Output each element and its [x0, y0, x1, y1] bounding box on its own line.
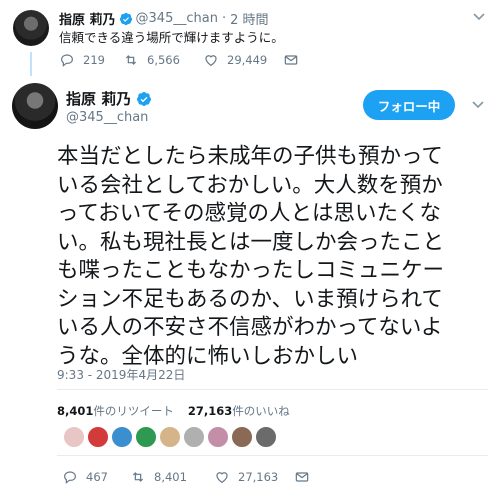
envelope-icon	[284, 55, 298, 65]
user-handle[interactable]: @345__chan	[136, 11, 218, 26]
direct-message-button[interactable]	[283, 52, 307, 68]
liker-avatars	[63, 426, 279, 448]
tweet-text-line: っておいてその感覚の人とは思いたくな	[57, 201, 441, 226]
liker-avatar[interactable]	[231, 426, 253, 448]
retweet-count: 8,401	[154, 470, 187, 484]
liker-avatar[interactable]	[87, 426, 109, 448]
like-button[interactable]: 29,449	[203, 52, 283, 68]
retweet-button[interactable]: 8,401	[130, 469, 214, 485]
liker-avatar[interactable]	[111, 426, 133, 448]
liker-avatar[interactable]	[63, 426, 85, 448]
liker-avatar[interactable]	[255, 426, 277, 448]
retweet-icon	[125, 55, 137, 65]
user-name[interactable]: 指原 莉乃	[66, 88, 131, 109]
main-tweet-header: 指原 莉乃	[66, 88, 155, 109]
liker-avatar[interactable]	[207, 426, 229, 448]
following-button[interactable]: フォロー中	[363, 90, 455, 120]
user-name[interactable]: 指原 莉乃	[59, 9, 116, 28]
reply-button[interactable]: 219	[59, 52, 123, 68]
tweet-text-line: ション不足もあるのか、いま預けられて	[57, 286, 443, 312]
liker-avatar[interactable]	[135, 426, 157, 448]
avatar[interactable]	[13, 10, 49, 46]
tweet-stats: 8,401件のリツイート 27,163件のいいね	[57, 403, 304, 419]
retweet-stat-label: 件のリツイート	[93, 404, 174, 418]
tweet-text-line: 本当だとしたら未成年の子供も預かって	[57, 144, 443, 169]
tweet-time[interactable]: 2 時間	[230, 9, 268, 28]
tweet-text: 信頼できる違う場所で輝けますように。	[59, 30, 284, 45]
divider	[57, 389, 488, 390]
retweet-count: 6,566	[147, 53, 180, 67]
reply-count: 219	[83, 53, 105, 67]
retweet-button[interactable]: 6,566	[123, 52, 203, 68]
direct-message-button[interactable]	[294, 469, 318, 485]
verified-badge-icon	[119, 12, 132, 25]
tweet-text-line: いる人の不安さ不信感がわかってないよ	[57, 315, 443, 340]
reply-button[interactable]: 467	[62, 469, 130, 485]
tweet-text: 本当だとしたら未成年の子供も預かって いる会社としておかしい。大人数を預か って…	[57, 143, 493, 371]
tweet-text-line: いる会社としておかしい。大人数を預か	[57, 172, 443, 198]
like-count: 29,449	[227, 53, 268, 67]
like-count: 27,163	[238, 470, 279, 484]
divider	[57, 455, 488, 456]
separator-dot: ·	[221, 11, 227, 26]
like-stat-label: 件のいいね	[232, 404, 290, 418]
reply-icon	[61, 54, 73, 67]
tweet-timestamp[interactable]: 9:33 - 2019年4月22日	[57, 366, 185, 383]
chevron-down-icon[interactable]	[471, 8, 487, 24]
tweet-text-line: も喋ったこともなかったしコミュニケー	[57, 258, 445, 283]
reply-count: 467	[86, 470, 108, 484]
chevron-down-icon[interactable]	[470, 96, 486, 112]
like-stat[interactable]: 27,163件のいいね	[188, 403, 290, 419]
tweet-text-line: い。私も現社長とは一度しか会ったこと	[57, 229, 445, 255]
avatar[interactable]	[12, 83, 58, 129]
like-button[interactable]: 27,163	[214, 469, 294, 485]
tweet-actions: 467 8,401 27,163	[62, 468, 318, 486]
reply-icon	[64, 471, 76, 484]
retweet-icon	[132, 472, 144, 482]
retweet-stat-count: 8,401	[57, 404, 94, 418]
heart-icon	[205, 55, 217, 67]
like-stat-count: 27,163	[187, 404, 233, 418]
parent-tweet[interactable]: 指原 莉乃 @345__chan · 2 時間 信頼できる違う場所で輝けますよう…	[0, 0, 500, 76]
envelope-icon	[295, 472, 309, 482]
parent-tweet-header: 指原 莉乃 @345__chan · 2 時間	[59, 9, 268, 28]
verified-badge-icon	[137, 91, 152, 106]
retweet-stat[interactable]: 8,401件のリツイート	[57, 403, 174, 419]
tweet-actions: 219 6,566 29,449	[59, 51, 307, 69]
thread-connector-line	[30, 52, 32, 76]
liker-avatar[interactable]	[183, 426, 205, 448]
heart-icon	[216, 472, 228, 484]
liker-avatar[interactable]	[159, 426, 181, 448]
user-handle[interactable]: @345__chan	[66, 110, 148, 125]
